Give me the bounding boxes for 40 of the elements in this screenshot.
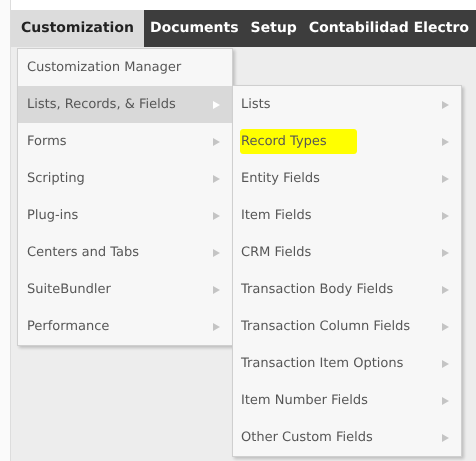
submenu-item[interactable]: Other Custom Fields bbox=[233, 419, 461, 456]
menu-item[interactable]: Scripting bbox=[18, 160, 232, 197]
menu-item-label: Plug-ins bbox=[27, 206, 78, 225]
menu-item-label: Customization Manager bbox=[27, 58, 182, 77]
submenu-item[interactable]: Transaction Column Fields bbox=[233, 308, 461, 345]
menu-bar-item[interactable]: Customization bbox=[11, 10, 144, 47]
submenu-item[interactable]: Item Fields bbox=[233, 197, 461, 234]
highlighted-label: Record Types bbox=[240, 128, 357, 154]
menu-item[interactable]: Lists, Records, & Fields bbox=[18, 86, 232, 123]
submenu-item[interactable]: CRM Fields bbox=[233, 234, 461, 271]
menu-item-label: Performance bbox=[27, 318, 110, 336]
menu-item-label: SuiteBundler bbox=[27, 280, 111, 299]
submenu-item-label: Other Custom Fields bbox=[240, 428, 373, 447]
menu-bar-item[interactable]: Setup bbox=[244, 10, 303, 47]
menu-item[interactable]: SuiteBundler bbox=[18, 271, 232, 308]
submenu-item[interactable]: Item Number Fields bbox=[233, 382, 461, 419]
submenu-item-label: Transaction Item Options bbox=[240, 354, 404, 373]
submenu-item[interactable]: Transaction Item Options bbox=[233, 345, 461, 382]
menu-bar-item[interactable]: Contabilidad Electro bbox=[302, 10, 475, 47]
menu-bar-item[interactable]: Documents bbox=[144, 10, 245, 47]
submenu-item-label: CRM Fields bbox=[240, 244, 312, 262]
submenu-item[interactable]: Lists bbox=[233, 86, 461, 123]
menu-item[interactable]: Plug-ins bbox=[18, 197, 232, 234]
submenu-item-label: Transaction Body Fields bbox=[240, 280, 394, 299]
submenu-item-label: Transaction Column Fields bbox=[240, 318, 410, 336]
submenu-item-label: Lists bbox=[240, 96, 270, 114]
submenu-item-label: Entity Fields bbox=[240, 170, 320, 188]
menu-item[interactable]: Customization Manager bbox=[18, 49, 232, 86]
menu-item-label: Lists, Records, & Fields bbox=[27, 96, 176, 114]
menu-item[interactable]: Forms bbox=[18, 123, 232, 160]
menu-item-label: Scripting bbox=[27, 170, 85, 188]
menu-item[interactable]: Centers and Tabs bbox=[18, 234, 232, 271]
submenu-item-label: Item Number Fields bbox=[240, 392, 368, 410]
submenu-item[interactable]: Transaction Body Fields bbox=[233, 271, 461, 308]
submenu-item[interactable]: Entity Fields bbox=[233, 160, 461, 197]
menu-item[interactable]: Performance bbox=[18, 308, 232, 345]
menu-item-label: Centers and Tabs bbox=[27, 244, 140, 262]
menu-item-label: Forms bbox=[27, 132, 67, 151]
submenu-item-label: Item Fields bbox=[240, 206, 312, 225]
submenu-item[interactable]: Record Types bbox=[233, 123, 461, 160]
